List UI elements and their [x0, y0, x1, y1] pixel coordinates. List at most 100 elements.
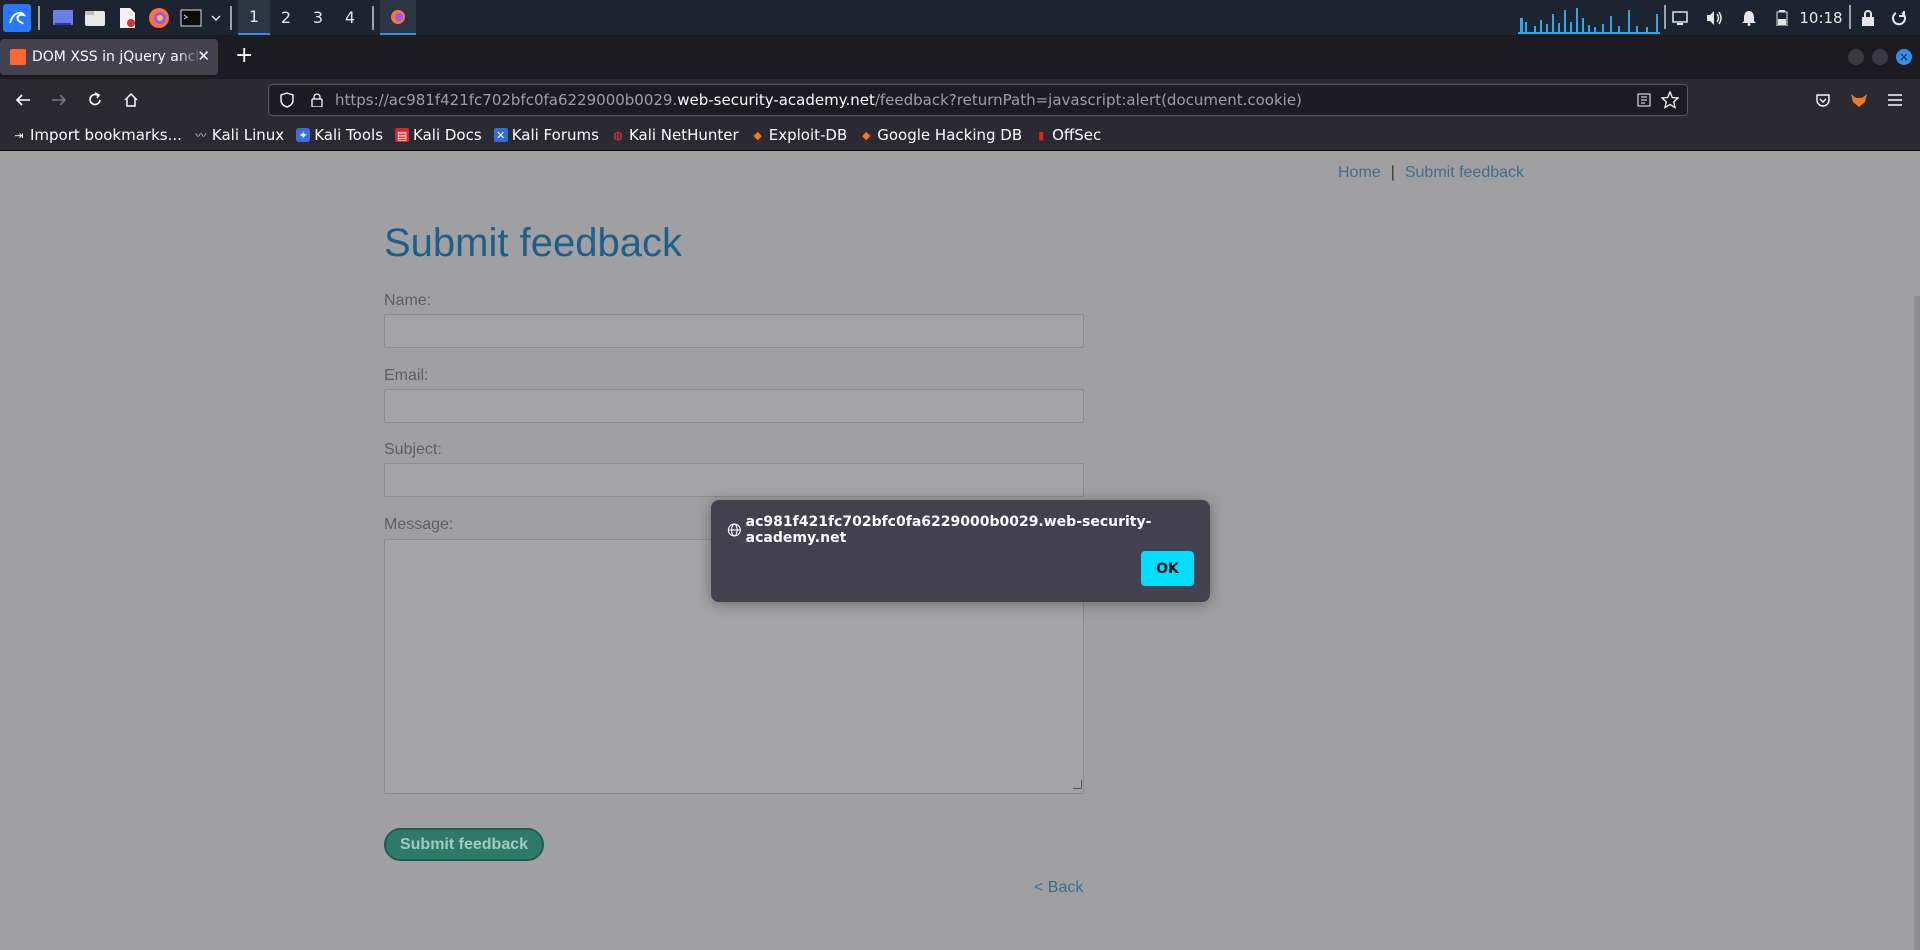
- display-icon[interactable]: [1668, 0, 1692, 35]
- name-label: Name:: [384, 292, 432, 309]
- bookmark-kali-linux[interactable]: 〰 Kali Linux: [194, 126, 284, 144]
- bookmark-kali-forums[interactable]: ✕ Kali Forums: [493, 126, 599, 144]
- terminal-icon[interactable]: [176, 3, 206, 33]
- workspace-3[interactable]: 3: [302, 0, 334, 35]
- bookmark-import[interactable]: ⇥ Import bookmarks...: [12, 126, 182, 144]
- kali-docs-icon: ▤: [395, 128, 410, 142]
- kali-tools-icon: ✦: [296, 128, 311, 142]
- new-tab-icon[interactable]: +: [235, 45, 253, 67]
- top-panel: 1 2 3 4 10:18: [0, 0, 1920, 35]
- tab-active[interactable]: DOM XSS in jQuery anchor href attribute …: [0, 39, 218, 75]
- portswigger-favicon-icon: [10, 49, 26, 65]
- bookmark-label: Kali Linux: [211, 126, 285, 144]
- back-arrow-icon[interactable]: [6, 79, 40, 120]
- bookmark-label: Kali Forums: [511, 126, 599, 144]
- firefox-icon[interactable]: [144, 3, 174, 33]
- file-manager-icon[interactable]: [80, 3, 110, 33]
- workspace-1[interactable]: 1: [238, 0, 270, 35]
- subject-input[interactable]: [384, 463, 1084, 497]
- clock[interactable]: 10:18: [1797, 0, 1845, 35]
- ok-button[interactable]: OK: [1141, 551, 1194, 586]
- panel-separator: [230, 5, 232, 30]
- bookmark-kali-nethunter[interactable]: ◍ Kali NetHunter: [611, 126, 739, 144]
- url-bar[interactable]: https://ac981f421fc702bfc0fa6229000b0029…: [268, 84, 1688, 116]
- dialog-origin-text: ac981f421fc702bfc0fa6229000b0029.web-sec…: [745, 514, 1152, 546]
- firefox-task-button[interactable]: [380, 0, 416, 35]
- offsec-icon: ▮: [1038, 128, 1045, 142]
- textarea-resize-handle[interactable]: [1073, 780, 1082, 789]
- panel-separator: [38, 5, 40, 30]
- ghdb-icon: ◆: [862, 128, 871, 142]
- back-link[interactable]: < Back: [1034, 879, 1083, 897]
- minimize-window-icon[interactable]: [1848, 49, 1864, 65]
- url-text: https://ac981f421fc702bfc0fa6229000b0029…: [335, 91, 1302, 109]
- bookmark-label: Import bookmarks...: [30, 126, 182, 144]
- foxyproxy-icon[interactable]: [1842, 79, 1876, 120]
- panel-separator: [1849, 5, 1851, 29]
- bookmark-exploit-db[interactable]: ◆ Exploit-DB: [751, 126, 848, 144]
- tab-bar: DOM XSS in jQuery anchor href attribute …: [0, 35, 1920, 79]
- notifications-icon[interactable]: [1737, 0, 1761, 35]
- panel-separator: [372, 5, 374, 30]
- bookmark-label: Kali Tools: [314, 126, 384, 144]
- close-tab-icon[interactable]: ✕: [197, 47, 210, 65]
- power-icon[interactable]: [1887, 0, 1911, 35]
- bookmark-label: OffSec: [1052, 126, 1102, 144]
- alert-dialog: ac981f421fc702bfc0fa6229000b0029.web-sec…: [711, 500, 1210, 602]
- bookmark-offsec[interactable]: ▮ OffSec: [1034, 126, 1101, 144]
- submit-feedback-link[interactable]: Submit feedback: [1405, 164, 1524, 181]
- kali-menu-icon[interactable]: [2, 3, 32, 33]
- url-path: /feedback?returnPath=javascript:alert(do…: [874, 91, 1302, 109]
- dialog-origin: ac981f421fc702bfc0fa6229000b0029.web-sec…: [727, 514, 1210, 546]
- globe-icon: [727, 523, 741, 537]
- text-editor-icon[interactable]: [112, 3, 142, 33]
- nav-separator: |: [1390, 164, 1395, 181]
- reader-view-icon[interactable]: [1637, 93, 1651, 111]
- kali-forums-icon: ✕: [493, 128, 508, 142]
- close-window-icon[interactable]: ✕: [1896, 49, 1912, 65]
- panel-separator: [1664, 5, 1666, 29]
- import-icon: ⇥: [14, 128, 24, 142]
- scrollbar[interactable]: [1914, 296, 1920, 950]
- bookmark-kali-tools[interactable]: ✦ Kali Tools: [296, 126, 383, 144]
- desktop-icon[interactable]: [48, 3, 78, 33]
- workspace-2[interactable]: 2: [270, 0, 302, 35]
- pocket-icon[interactable]: [1806, 79, 1840, 120]
- name-input[interactable]: [384, 314, 1084, 348]
- submit-feedback-button[interactable]: Submit feedback: [384, 828, 544, 861]
- bookmark-label: Kali Docs: [413, 126, 482, 144]
- clock-text: 10:18: [1799, 8, 1843, 27]
- url-prefix: https://ac981f421fc702bfc0fa6229000b0029…: [335, 91, 678, 109]
- bookmark-google-hacking-db[interactable]: ◆ Google Hacking DB: [859, 126, 1022, 144]
- bookmark-label: Exploit-DB: [768, 126, 848, 144]
- forward-arrow-icon[interactable]: [42, 79, 76, 120]
- home-link[interactable]: Home: [1338, 164, 1381, 181]
- network-graph: [1518, 8, 1660, 34]
- bookmark-kali-docs[interactable]: ▤ Kali Docs: [395, 126, 482, 144]
- url-host: web-security-academy.net: [677, 91, 875, 109]
- bookmark-label: Google Hacking DB: [877, 126, 1023, 144]
- bookmark-star-icon[interactable]: [1660, 90, 1680, 113]
- home-icon[interactable]: [114, 79, 148, 120]
- battery-icon: [1770, 0, 1794, 35]
- menu-hamburger-icon[interactable]: [1878, 79, 1912, 120]
- workspace-4[interactable]: 4: [334, 0, 366, 35]
- exploit-db-icon: ◆: [753, 128, 762, 142]
- kali-dragon-icon: 〰: [195, 129, 207, 142]
- chevron-down-icon[interactable]: [208, 3, 224, 33]
- page-nav: Home | Submit feedback: [1338, 164, 1524, 182]
- email-input[interactable]: [384, 389, 1084, 423]
- reload-icon[interactable]: [78, 79, 112, 120]
- subject-label: Subject:: [384, 441, 442, 458]
- site-lock-icon[interactable]: [305, 93, 329, 107]
- email-label: Email:: [384, 367, 429, 384]
- nethunter-icon: ◍: [613, 128, 623, 142]
- tracking-protection-shield-icon[interactable]: [269, 92, 305, 108]
- volume-icon[interactable]: [1702, 0, 1726, 35]
- bookmark-label: Kali NetHunter: [628, 126, 739, 144]
- bookmarks-toolbar: ⇥ Import bookmarks... 〰 Kali Linux ✦ Kali T…: [0, 120, 1920, 151]
- tab-title: DOM XSS in jQuery anchor href attribute …: [32, 49, 202, 65]
- maximize-window-icon[interactable]: [1872, 49, 1888, 65]
- lock-icon[interactable]: [1856, 0, 1880, 35]
- navigation-toolbar: https://ac981f421fc702bfc0fa6229000b0029…: [0, 79, 1920, 120]
